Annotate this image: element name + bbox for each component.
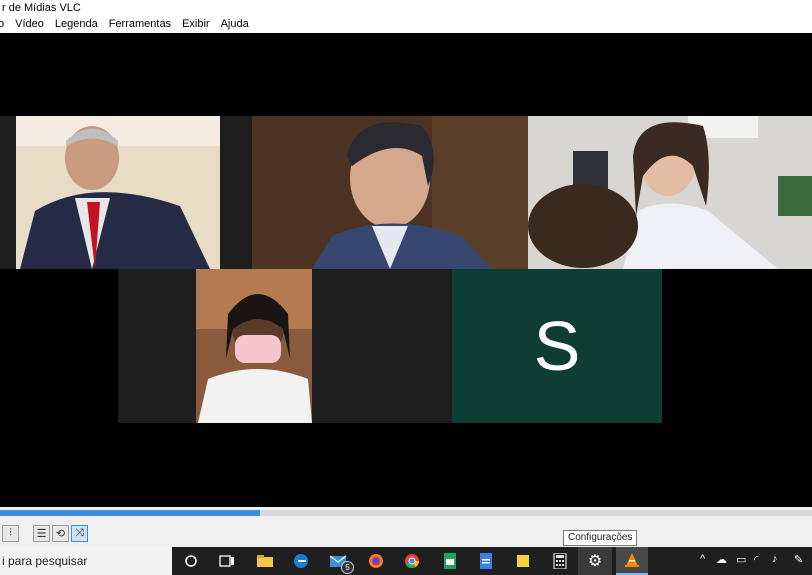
menu-media[interactable]: o (0, 16, 4, 33)
settings-tooltip: Configurações (563, 530, 638, 546)
docs-icon[interactable] (476, 551, 496, 571)
participant-1-video (16, 116, 220, 269)
participant-tile-1 (0, 116, 252, 269)
sticky-notes-icon[interactable] (513, 551, 533, 571)
mail-badge: 5 (341, 561, 354, 574)
taskbar: i para pesquisar 5 ⚙ ^ ☁ ▭ ◜ ♪ ✎ (0, 547, 812, 575)
menu-tools[interactable]: Ferramentas (109, 16, 171, 33)
participant-4-video (196, 269, 312, 423)
participant-tile-6: S (452, 269, 662, 423)
window-title: r de Mídias VLC (0, 0, 812, 16)
menu-subtitle[interactable]: Legenda (55, 16, 98, 33)
pen-icon[interactable]: ✎ (794, 553, 803, 566)
edge-icon[interactable] (291, 551, 311, 571)
shuffle-icon: ⤨ (75, 527, 84, 539)
volume-icon[interactable]: ♪ (772, 553, 778, 565)
participant-tile-4 (118, 269, 312, 423)
taskbar-search[interactable]: i para pesquisar (0, 547, 172, 575)
task-view-icon[interactable] (217, 551, 237, 571)
video-area[interactable]: S (0, 33, 812, 507)
menu-video[interactable]: Vídeo (15, 16, 44, 33)
playlist-button[interactable]: ☰ (33, 525, 50, 542)
tray-chevron-icon[interactable]: ^ (700, 553, 705, 565)
participant-tile-3 (528, 116, 812, 269)
seek-progress (0, 510, 260, 516)
file-explorer-icon[interactable] (255, 551, 275, 571)
shuffle-button[interactable]: ⤨ (71, 525, 88, 542)
battery-icon[interactable]: ▭ (736, 553, 746, 566)
chrome-icon[interactable] (402, 551, 422, 571)
playlist-icon: ☰ (36, 528, 47, 540)
menu-view[interactable]: Exibir (182, 16, 210, 33)
sheets-icon[interactable] (440, 551, 460, 571)
menu-bar: o Vídeo Legenda Ferramentas Exibir Ajuda (0, 16, 812, 33)
network-icon[interactable]: ◜ (754, 553, 758, 566)
mail-icon[interactable]: 5 (328, 551, 354, 574)
onedrive-icon[interactable]: ☁ (716, 553, 727, 566)
participant-2-video (252, 116, 528, 269)
settings-icon[interactable]: ⚙ (578, 547, 612, 575)
loop-button[interactable]: ⟲ (52, 525, 69, 542)
calculator-icon[interactable] (550, 551, 570, 571)
menu-help[interactable]: Ajuda (221, 16, 249, 33)
firefox-icon[interactable] (366, 551, 386, 571)
equalizer-button[interactable]: ⫶ (2, 525, 19, 542)
participant-3-video (528, 116, 812, 269)
vlc-icon[interactable] (616, 547, 648, 575)
equalizer-icon: ⫶ (9, 527, 12, 539)
participant-tile-2 (252, 116, 528, 269)
participant-initial: S (533, 307, 581, 385)
participant-tile-5 (312, 269, 452, 423)
cortana-icon[interactable] (181, 551, 201, 571)
player-controls: ⫶ ☰ ⟲ ⤨ (0, 507, 812, 547)
loop-icon: ⟲ (55, 528, 66, 540)
seek-bar[interactable] (0, 510, 812, 516)
